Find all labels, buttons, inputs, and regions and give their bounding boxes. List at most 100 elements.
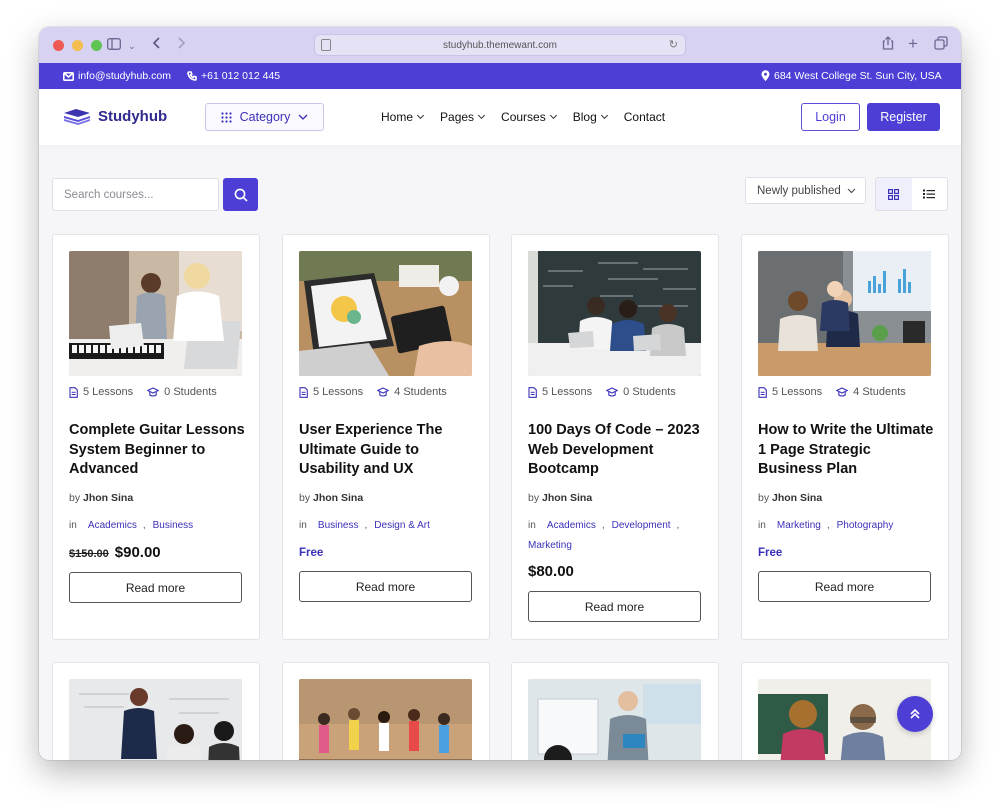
category-link[interactable]: Design & Art [374,520,430,531]
sort-label: Newly published [757,184,841,197]
by-label: by [299,492,311,504]
course-categories: in Academics, Development, Marketing [528,520,680,551]
tab-overview-icon[interactable] [934,36,948,54]
course-price: $150.00 $90.00 [69,544,161,561]
students-text: 4 Students [853,386,906,398]
read-more-button[interactable]: Read more [758,571,931,602]
course-title[interactable]: 100 Days Of Code – 2023 Web Development … [528,421,706,480]
course-thumbnail[interactable] [69,251,242,376]
by-label: by [69,492,81,504]
page-settings-icon[interactable] [321,39,331,51]
view-toggle [875,177,948,211]
course-thumbnail[interactable] [299,251,472,376]
course-thumbnail[interactable] [69,679,242,760]
nav-home[interactable]: Home [381,110,425,124]
phone-icon [187,71,197,81]
nav-home-label: Home [381,110,414,124]
site-logo[interactable]: Studyhub [62,107,167,125]
lessons-count: 5 Lessons [299,386,363,398]
chevron-down-icon[interactable]: ⌄ [128,37,136,55]
search-button[interactable] [223,178,258,211]
nav-blog[interactable]: Blog [573,110,608,124]
course-thumbnail[interactable] [528,251,701,376]
scroll-to-top-button[interactable] [897,696,933,732]
nav-pages[interactable]: Pages [440,110,486,124]
in-label: in [69,520,77,531]
sort-select[interactable]: Newly published [745,177,866,204]
browser-window: ⌄ studyhub.themewant.com ↻ + info@studyh… [39,27,961,760]
lessons-text: 5 Lessons [772,386,823,398]
category-link[interactable]: Development [612,520,671,531]
course-author: by Jhon Sina [299,492,363,504]
zoom-window-button[interactable] [91,40,102,51]
course-categories: in Business, Design & Art [299,520,430,531]
contact-email[interactable]: info@studyhub.com [63,70,171,82]
students-count: 0 Students [147,386,217,398]
students-count: 0 Students [606,386,676,398]
reload-icon[interactable]: ↻ [669,38,678,51]
url-text: studyhub.themewant.com [443,39,557,51]
top-info-bar: info@studyhub.com +61 012 012 445 684 We… [39,63,961,89]
address-bar[interactable]: studyhub.themewant.com ↻ [314,34,686,56]
nav-courses[interactable]: Courses [501,110,557,124]
list-view-icon [923,189,936,199]
current-price: Free [758,547,783,559]
course-categories: in Academics, Business [69,520,194,531]
course-card [52,662,260,760]
course-price: Free [299,547,323,559]
double-chevron-up-icon [910,708,920,719]
back-arrow-icon[interactable] [152,36,162,54]
category-dropdown[interactable]: Category [205,103,324,131]
graduation-cap-icon [377,386,390,397]
minimize-window-button[interactable] [72,40,83,51]
author-name[interactable]: Jhon Sina [772,492,822,504]
sidebar-toggle-icon[interactable] [107,36,121,54]
close-window-button[interactable] [53,40,64,51]
contact-phone[interactable]: +61 012 012 445 [187,70,280,82]
author-name[interactable]: Jhon Sina [313,492,363,504]
author-name[interactable]: Jhon Sina [542,492,592,504]
course-title[interactable]: Complete Guitar Lessons System Beginner … [69,421,247,480]
search-input[interactable] [52,178,219,211]
category-link[interactable]: Marketing [528,540,572,551]
site-header: Studyhub Category Home Pages Courses Blo… [39,89,961,145]
category-link[interactable]: Academics [547,520,596,531]
new-tab-icon[interactable]: + [908,35,918,53]
share-icon[interactable] [882,36,894,54]
course-meta: 5 Lessons 4 Students [299,386,461,398]
current-price: Free [299,547,324,559]
course-title[interactable]: User Experience The Ultimate Guide to Us… [299,421,477,480]
in-label: in [528,520,536,531]
list-view-button[interactable] [912,178,948,210]
course-card: 5 Lessons 4 Students How to Write the Ul… [741,234,949,640]
browser-toolbar: ⌄ studyhub.themewant.com ↻ + [39,27,961,63]
lessons-text: 5 Lessons [83,386,134,398]
phone-text: +61 012 012 445 [201,70,281,82]
category-link[interactable]: Business [153,520,194,531]
read-more-button[interactable]: Read more [69,572,242,603]
students-text: 4 Students [394,386,447,398]
category-link[interactable]: Photography [837,520,894,531]
document-icon [69,386,78,398]
register-button[interactable]: Register [867,103,940,131]
course-meta: 5 Lessons 4 Students [758,386,920,398]
course-price: Free [758,547,782,559]
forward-arrow-icon[interactable] [176,36,186,54]
course-title[interactable]: How to Write the Ultimate 1 Page Strateg… [758,421,936,480]
author-name[interactable]: Jhon Sina [83,492,133,504]
read-more-button[interactable]: Read more [528,591,701,622]
nav-contact[interactable]: Contact [624,110,665,124]
login-button[interactable]: Login [801,103,860,131]
graduation-cap-icon [836,386,849,397]
grid-view-button[interactable] [876,178,912,210]
category-link[interactable]: Business [318,520,359,531]
course-thumbnail[interactable] [758,251,931,376]
category-link[interactable]: Academics [88,520,137,531]
category-link[interactable]: Marketing [777,520,821,531]
address-text: 684 West College St. Sun City, USA [774,70,942,82]
course-thumbnail[interactable] [528,679,701,760]
read-more-button[interactable]: Read more [299,571,472,602]
lessons-count: 5 Lessons [758,386,822,398]
course-thumbnail[interactable] [299,679,472,760]
old-price: $150.00 [69,548,109,560]
